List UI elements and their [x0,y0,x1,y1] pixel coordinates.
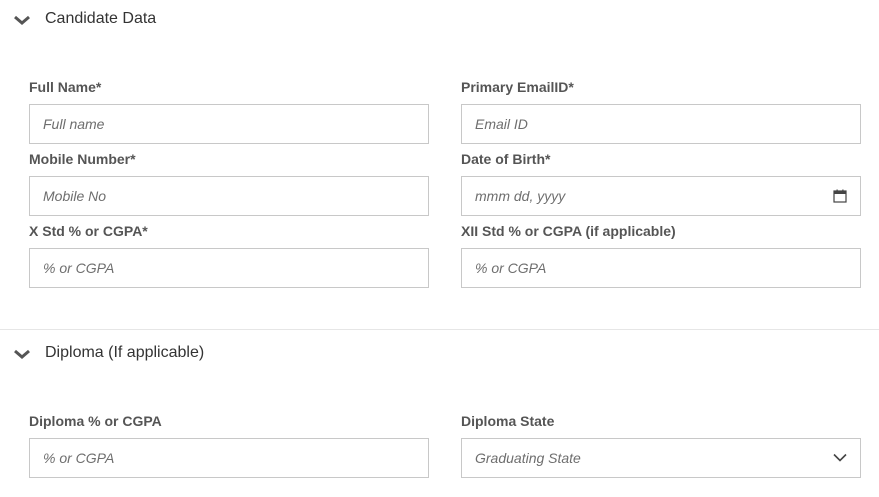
dob-field[interactable] [461,176,861,216]
diploma-score-input[interactable] [30,439,428,477]
email-input[interactable] [462,105,860,143]
section-divider [0,329,879,330]
candidate-data-header[interactable]: Candidate Data [0,0,879,40]
diploma-score-field[interactable] [29,438,429,478]
diploma-state-label: Diploma State [461,413,555,429]
email-label: Primary EmailID* [461,79,574,95]
calendar-icon[interactable] [833,189,847,203]
diploma-state-selected: Graduating State [475,450,581,466]
section-title-candidate: Candidate Data [45,10,157,27]
full-name-field[interactable] [29,104,429,144]
chevron-down-icon[interactable] [13,348,31,360]
mobile-field[interactable] [29,176,429,216]
section-title-diploma: Diploma (If applicable) [45,344,205,361]
dob-input[interactable] [462,177,860,215]
chevron-down-icon[interactable] [833,453,847,462]
chevron-down-icon[interactable] [13,14,31,26]
diploma-state-select[interactable]: Graduating State [461,438,861,478]
xii-std-input[interactable] [462,249,860,287]
full-name-label: Full Name* [29,79,102,95]
mobile-label: Mobile Number* [29,151,136,167]
dob-label: Date of Birth* [461,151,551,167]
x-std-field[interactable] [29,248,429,288]
xii-std-field[interactable] [461,248,861,288]
x-std-label: X Std % or CGPA* [29,223,148,239]
email-field[interactable] [461,104,861,144]
diploma-header[interactable]: Diploma (If applicable) [0,334,879,374]
xii-std-label: XII Std % or CGPA (if applicable) [461,223,676,239]
mobile-input[interactable] [30,177,428,215]
diploma-score-label: Diploma % or CGPA [29,413,162,429]
full-name-input[interactable] [30,105,428,143]
x-std-input[interactable] [30,249,428,287]
